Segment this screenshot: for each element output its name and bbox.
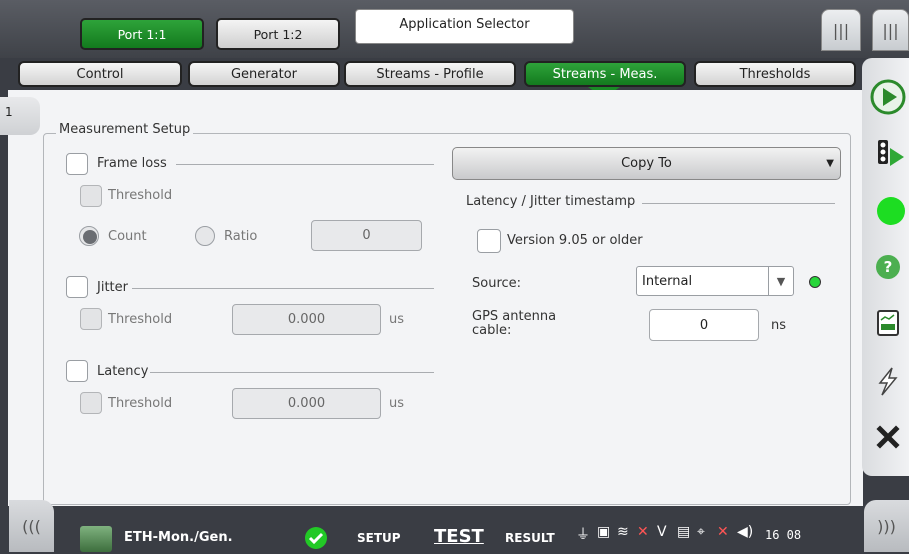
gps-unit: ns — [771, 318, 787, 333]
copy-to-button[interactable]: Copy To ▼ — [452, 147, 841, 180]
frame-loss-checkbox[interactable] — [66, 153, 88, 175]
bluetooth-off-icon: ✕ — [637, 524, 649, 540]
left-chevron-button[interactable]: ((( — [9, 500, 54, 552]
close-icon[interactable] — [866, 412, 909, 462]
latency-checkbox[interactable] — [66, 360, 88, 382]
timestamp-divider — [642, 203, 835, 204]
power-plug-icon: ⏚ — [576, 527, 590, 543]
version-checkbox[interactable] — [477, 229, 501, 253]
tab-control[interactable]: Control — [18, 61, 182, 87]
source-status-led — [809, 276, 821, 288]
tab-generator[interactable]: Generator — [188, 61, 340, 87]
test-button[interactable]: TEST — [434, 526, 484, 547]
check-ok-icon — [304, 526, 328, 554]
menu-handle-1[interactable]: ||| — [821, 9, 861, 51]
latency-label: Latency — [97, 364, 149, 379]
screen-icon: ▤ — [677, 524, 691, 540]
result-button[interactable]: RESULT — [505, 531, 555, 545]
count-radio[interactable] — [79, 226, 99, 246]
jitter-threshold-label: Threshold — [108, 312, 173, 327]
clock: 16 08 — [765, 528, 802, 542]
source-label: Source: — [472, 276, 522, 291]
start-test-icon[interactable] — [866, 72, 909, 122]
right-chevron-button[interactable]: ))) — [864, 500, 909, 552]
frame-loss-threshold-checkbox[interactable] — [80, 185, 102, 207]
gps-antenna-label: GPS antenna cable: — [472, 310, 556, 338]
v-icon: V — [657, 524, 667, 540]
network-icon: ⌖ — [697, 524, 705, 540]
latency-divider — [150, 372, 434, 373]
menu-handle-2[interactable]: ||| — [872, 9, 909, 51]
dropdown-arrow-icon: ▼ — [826, 158, 834, 169]
app-name[interactable]: ETH-Mon./Gen. — [124, 530, 233, 545]
volume-icon: ◀) — [737, 524, 754, 540]
source-select[interactable]: Internal ▼ — [636, 266, 794, 296]
timestamp-title: Latency / Jitter timestamp — [466, 194, 636, 209]
frame-loss-divider — [176, 164, 434, 165]
help-icon[interactable]: ? — [866, 242, 909, 292]
setup-button[interactable]: SETUP — [357, 531, 401, 545]
frame-loss-label: Frame loss — [97, 156, 167, 171]
latency-unit: us — [389, 396, 405, 411]
traffic-light-icon[interactable] — [866, 128, 909, 178]
tab-streams-profile[interactable]: Streams - Profile — [344, 61, 516, 87]
jitter-label: Jitter — [97, 280, 128, 295]
ratio-label: Ratio — [224, 229, 258, 244]
port-1-1-button[interactable]: Port 1:1 — [80, 18, 204, 50]
source-dropdown-icon[interactable]: ▼ — [768, 267, 793, 295]
jitter-threshold-field[interactable]: 0.000 — [232, 304, 381, 335]
remote-off-icon: ✕ — [717, 524, 729, 540]
storage-icon: ▣ — [597, 524, 611, 540]
svg-text:?: ? — [883, 258, 892, 276]
tab-thresholds[interactable]: Thresholds — [694, 61, 856, 87]
latency-threshold-checkbox[interactable] — [80, 392, 102, 414]
application-selector[interactable]: Application Selector — [355, 9, 574, 44]
gps-label-line-1: GPS antenna — [472, 309, 557, 324]
gps-antenna-field[interactable]: 0 — [649, 309, 759, 341]
page-tab-1[interactable]: 1 — [0, 97, 40, 135]
wifi-icon: ≋ — [617, 524, 629, 540]
gps-label-line-2: cable: — [472, 323, 512, 338]
source-value: Internal — [642, 273, 693, 289]
ratio-radio[interactable] — [195, 226, 215, 246]
lightning-icon[interactable] — [866, 356, 909, 406]
count-label: Count — [108, 229, 147, 244]
tab-streams-meas[interactable]: Streams - Meas. — [524, 61, 686, 87]
latency-threshold-label: Threshold — [108, 396, 173, 411]
jitter-threshold-checkbox[interactable] — [80, 308, 102, 330]
jitter-unit: us — [389, 312, 405, 327]
jitter-checkbox[interactable] — [66, 276, 88, 298]
copy-to-label: Copy To — [621, 156, 672, 171]
measurement-setup-title: Measurement Setup — [56, 122, 194, 137]
frame-loss-threshold-field[interactable]: 0 — [311, 220, 422, 251]
frame-loss-threshold-label: Threshold — [108, 188, 173, 203]
jitter-divider — [132, 288, 434, 289]
latency-threshold-field[interactable]: 0.000 — [232, 388, 381, 419]
port-1-2-button[interactable]: Port 1:2 — [216, 18, 340, 50]
report-icon[interactable] — [866, 298, 909, 348]
status-green-icon[interactable] — [866, 186, 909, 236]
module-icon — [80, 526, 112, 552]
version-label: Version 9.05 or older — [507, 233, 643, 248]
